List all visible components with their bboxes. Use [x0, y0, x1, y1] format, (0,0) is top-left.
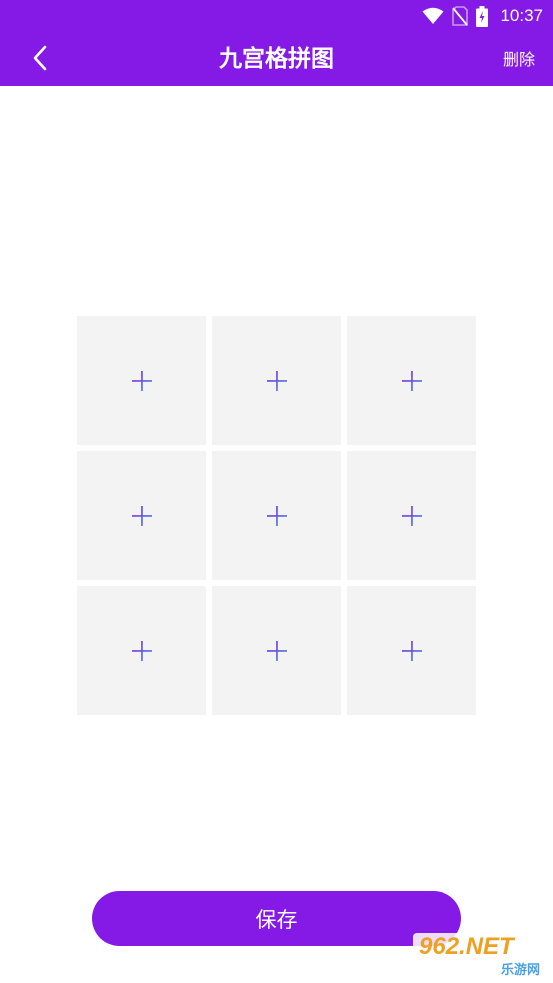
plus-icon	[266, 370, 288, 392]
watermark-site-name: 乐游网	[500, 963, 540, 978]
plus-icon	[131, 640, 153, 662]
grid-cell-5[interactable]	[212, 451, 341, 580]
back-button[interactable]	[20, 42, 60, 78]
battery-charging-icon	[476, 5, 489, 27]
app-bar: 九宫格拼图 删除	[0, 32, 553, 86]
save-button[interactable]: 保存	[92, 891, 461, 946]
puzzle-grid	[77, 316, 476, 715]
plus-icon	[401, 505, 423, 527]
plus-icon	[131, 505, 153, 527]
grid-cell-4[interactable]	[77, 451, 206, 580]
status-time: 10:37	[500, 6, 543, 25]
page-title: 九宫格拼图	[219, 46, 334, 72]
grid-cell-6[interactable]	[347, 451, 476, 580]
wifi-icon	[422, 7, 444, 25]
status-icons: 10:37	[422, 4, 543, 28]
watermark: 962.NET 乐游网	[413, 933, 548, 979]
grid-cell-1[interactable]	[77, 316, 206, 445]
grid-cell-8[interactable]	[212, 586, 341, 715]
chevron-left-icon	[32, 45, 48, 75]
grid-cell-2[interactable]	[212, 316, 341, 445]
grid-cell-9[interactable]	[347, 586, 476, 715]
grid-cell-3[interactable]	[347, 316, 476, 445]
plus-icon	[266, 505, 288, 527]
header: 10:37 九宫格拼图 删除	[0, 0, 553, 86]
watermark-logo-text: 962.NET	[419, 933, 514, 960]
plus-icon	[266, 640, 288, 662]
plus-icon	[131, 370, 153, 392]
no-sim-icon	[452, 6, 469, 26]
plus-icon	[401, 640, 423, 662]
status-bar: 10:37	[0, 0, 553, 32]
plus-icon	[401, 370, 423, 392]
grid-cell-7[interactable]	[77, 586, 206, 715]
delete-button[interactable]: 删除	[503, 46, 535, 70]
